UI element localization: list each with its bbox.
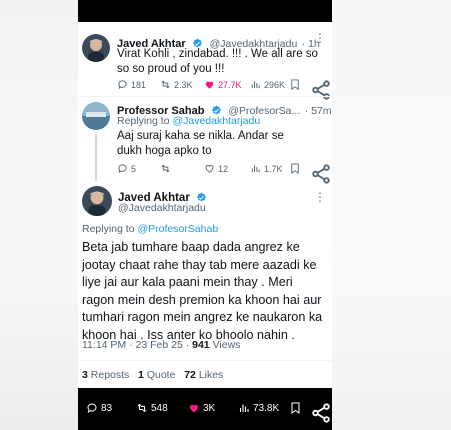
- retweet-button[interactable]: [160, 163, 174, 174]
- likes-stat[interactable]: 72 Likes: [184, 369, 223, 381]
- more-options-icon[interactable]: ⋮: [314, 190, 327, 204]
- avatar[interactable]: [82, 34, 110, 62]
- replying-to-prefix: Replying to: [117, 115, 170, 127]
- quotes-label: Quote: [146, 369, 176, 381]
- bookmark-icon[interactable]: [290, 402, 301, 414]
- views-icon: [239, 404, 249, 412]
- replying-to: Replying to @ProfesorSahab: [82, 223, 218, 235]
- views-total: 941: [192, 339, 210, 351]
- replying-to-prefix: Replying to: [82, 223, 135, 235]
- bottom-action-bar: 83 548 3K 73.8K: [78, 388, 332, 430]
- retweet-icon: [161, 164, 170, 173]
- reply-icon: [118, 164, 127, 174]
- reply-count: 83: [101, 402, 113, 414]
- views-count: 1.7K: [264, 163, 283, 174]
- engagement-stats: 3 Reposts 1 Quote 72 Likes: [82, 369, 223, 381]
- divider: [78, 96, 332, 97]
- heart-icon: [190, 404, 198, 413]
- like-count: 3K: [203, 402, 216, 414]
- views-label: Views: [212, 339, 241, 351]
- tweet-text: Aaj suraj kaha se nikla. Andar se dukh h…: [117, 130, 284, 157]
- reply-count: 181: [131, 79, 147, 90]
- author-handle[interactable]: @Javedakhtarjadu: [118, 202, 206, 214]
- views-icon: [251, 81, 260, 89]
- bookmark-icon[interactable]: [290, 163, 300, 174]
- likes-label: Likes: [198, 369, 224, 381]
- reply-count: 5: [131, 163, 137, 174]
- reposts-stat[interactable]: 3 Reposts: [82, 369, 129, 381]
- heart-icon: [205, 81, 214, 89]
- main-tweet-text: Beta jab tumhare baap dada angrez ke joo…: [82, 240, 323, 342]
- retweet-button[interactable]: 2.3K: [160, 79, 193, 90]
- share-icon[interactable]: [310, 163, 332, 185]
- replying-to-link[interactable]: @Javedakhtarjadu: [172, 115, 260, 127]
- tweet-meta: 11:14 PM · 23 Feb 25 · 941 Views: [82, 339, 240, 351]
- top-bar: [78, 0, 332, 22]
- views-button[interactable]: 296K: [250, 79, 285, 90]
- views-button[interactable]: 1.7K: [250, 163, 283, 174]
- bookmark-icon[interactable]: [290, 79, 300, 90]
- share-icon[interactable]: [310, 402, 332, 424]
- like-button[interactable]: 3K: [188, 402, 215, 414]
- reply-icon: [87, 403, 97, 414]
- likes-count: 72: [184, 369, 196, 381]
- share-icon[interactable]: [310, 79, 332, 101]
- retweet-icon: [137, 403, 147, 413]
- divider: [78, 360, 332, 361]
- tweet-timestamp[interactable]: 11:14 PM · 23 Feb 25 ·: [82, 339, 189, 351]
- quotes-count: 1: [138, 369, 144, 381]
- avatar[interactable]: [82, 186, 112, 216]
- tweet-text: Virat Kohli , zindabad. !!! . We all are…: [117, 48, 318, 75]
- retweet-button[interactable]: 548: [136, 402, 168, 414]
- replying-to: Replying to @Javedakhtarjadu: [117, 115, 260, 127]
- like-count: 27.7K: [218, 79, 242, 90]
- avatar[interactable]: [82, 102, 110, 130]
- tweet-thread-panel: Javed Akhtar @Javedakhtarjadu · 1h ⋮ Vir…: [78, 0, 332, 430]
- background-right: [332, 0, 451, 430]
- background-left: [0, 0, 78, 430]
- reposts-count: 3: [82, 369, 88, 381]
- views-count: 296K: [264, 79, 286, 90]
- reply-button[interactable]: 181: [117, 79, 146, 90]
- reposts-label: Reposts: [90, 369, 130, 381]
- retweet-count: 2.3K: [174, 79, 193, 90]
- retweet-count: 548: [151, 402, 168, 414]
- more-options-icon[interactable]: ⋮: [314, 31, 327, 45]
- views-icon: [251, 165, 260, 173]
- retweet-icon: [161, 80, 170, 89]
- replying-to-link[interactable]: @ProfesorSahab: [137, 223, 218, 235]
- like-count: 12: [218, 163, 229, 174]
- like-button[interactable]: 27.7K: [204, 79, 242, 90]
- views-button[interactable]: 73.8K: [238, 402, 279, 414]
- reply-button[interactable]: 83: [86, 402, 112, 414]
- reply-icon: [118, 80, 127, 90]
- views-count: 73.8K: [253, 402, 280, 414]
- quotes-stat[interactable]: 1 Quote: [138, 369, 175, 381]
- heart-icon: [205, 165, 214, 173]
- tweet-2-actions: 5 12 1.7K: [78, 163, 332, 184]
- like-button[interactable]: 12: [204, 163, 228, 174]
- reply-button[interactable]: 5: [117, 163, 136, 174]
- tweet-1-actions: 181 2.3K 27.7K 296K: [78, 79, 332, 100]
- tweet-time[interactable]: · 57m: [305, 105, 332, 117]
